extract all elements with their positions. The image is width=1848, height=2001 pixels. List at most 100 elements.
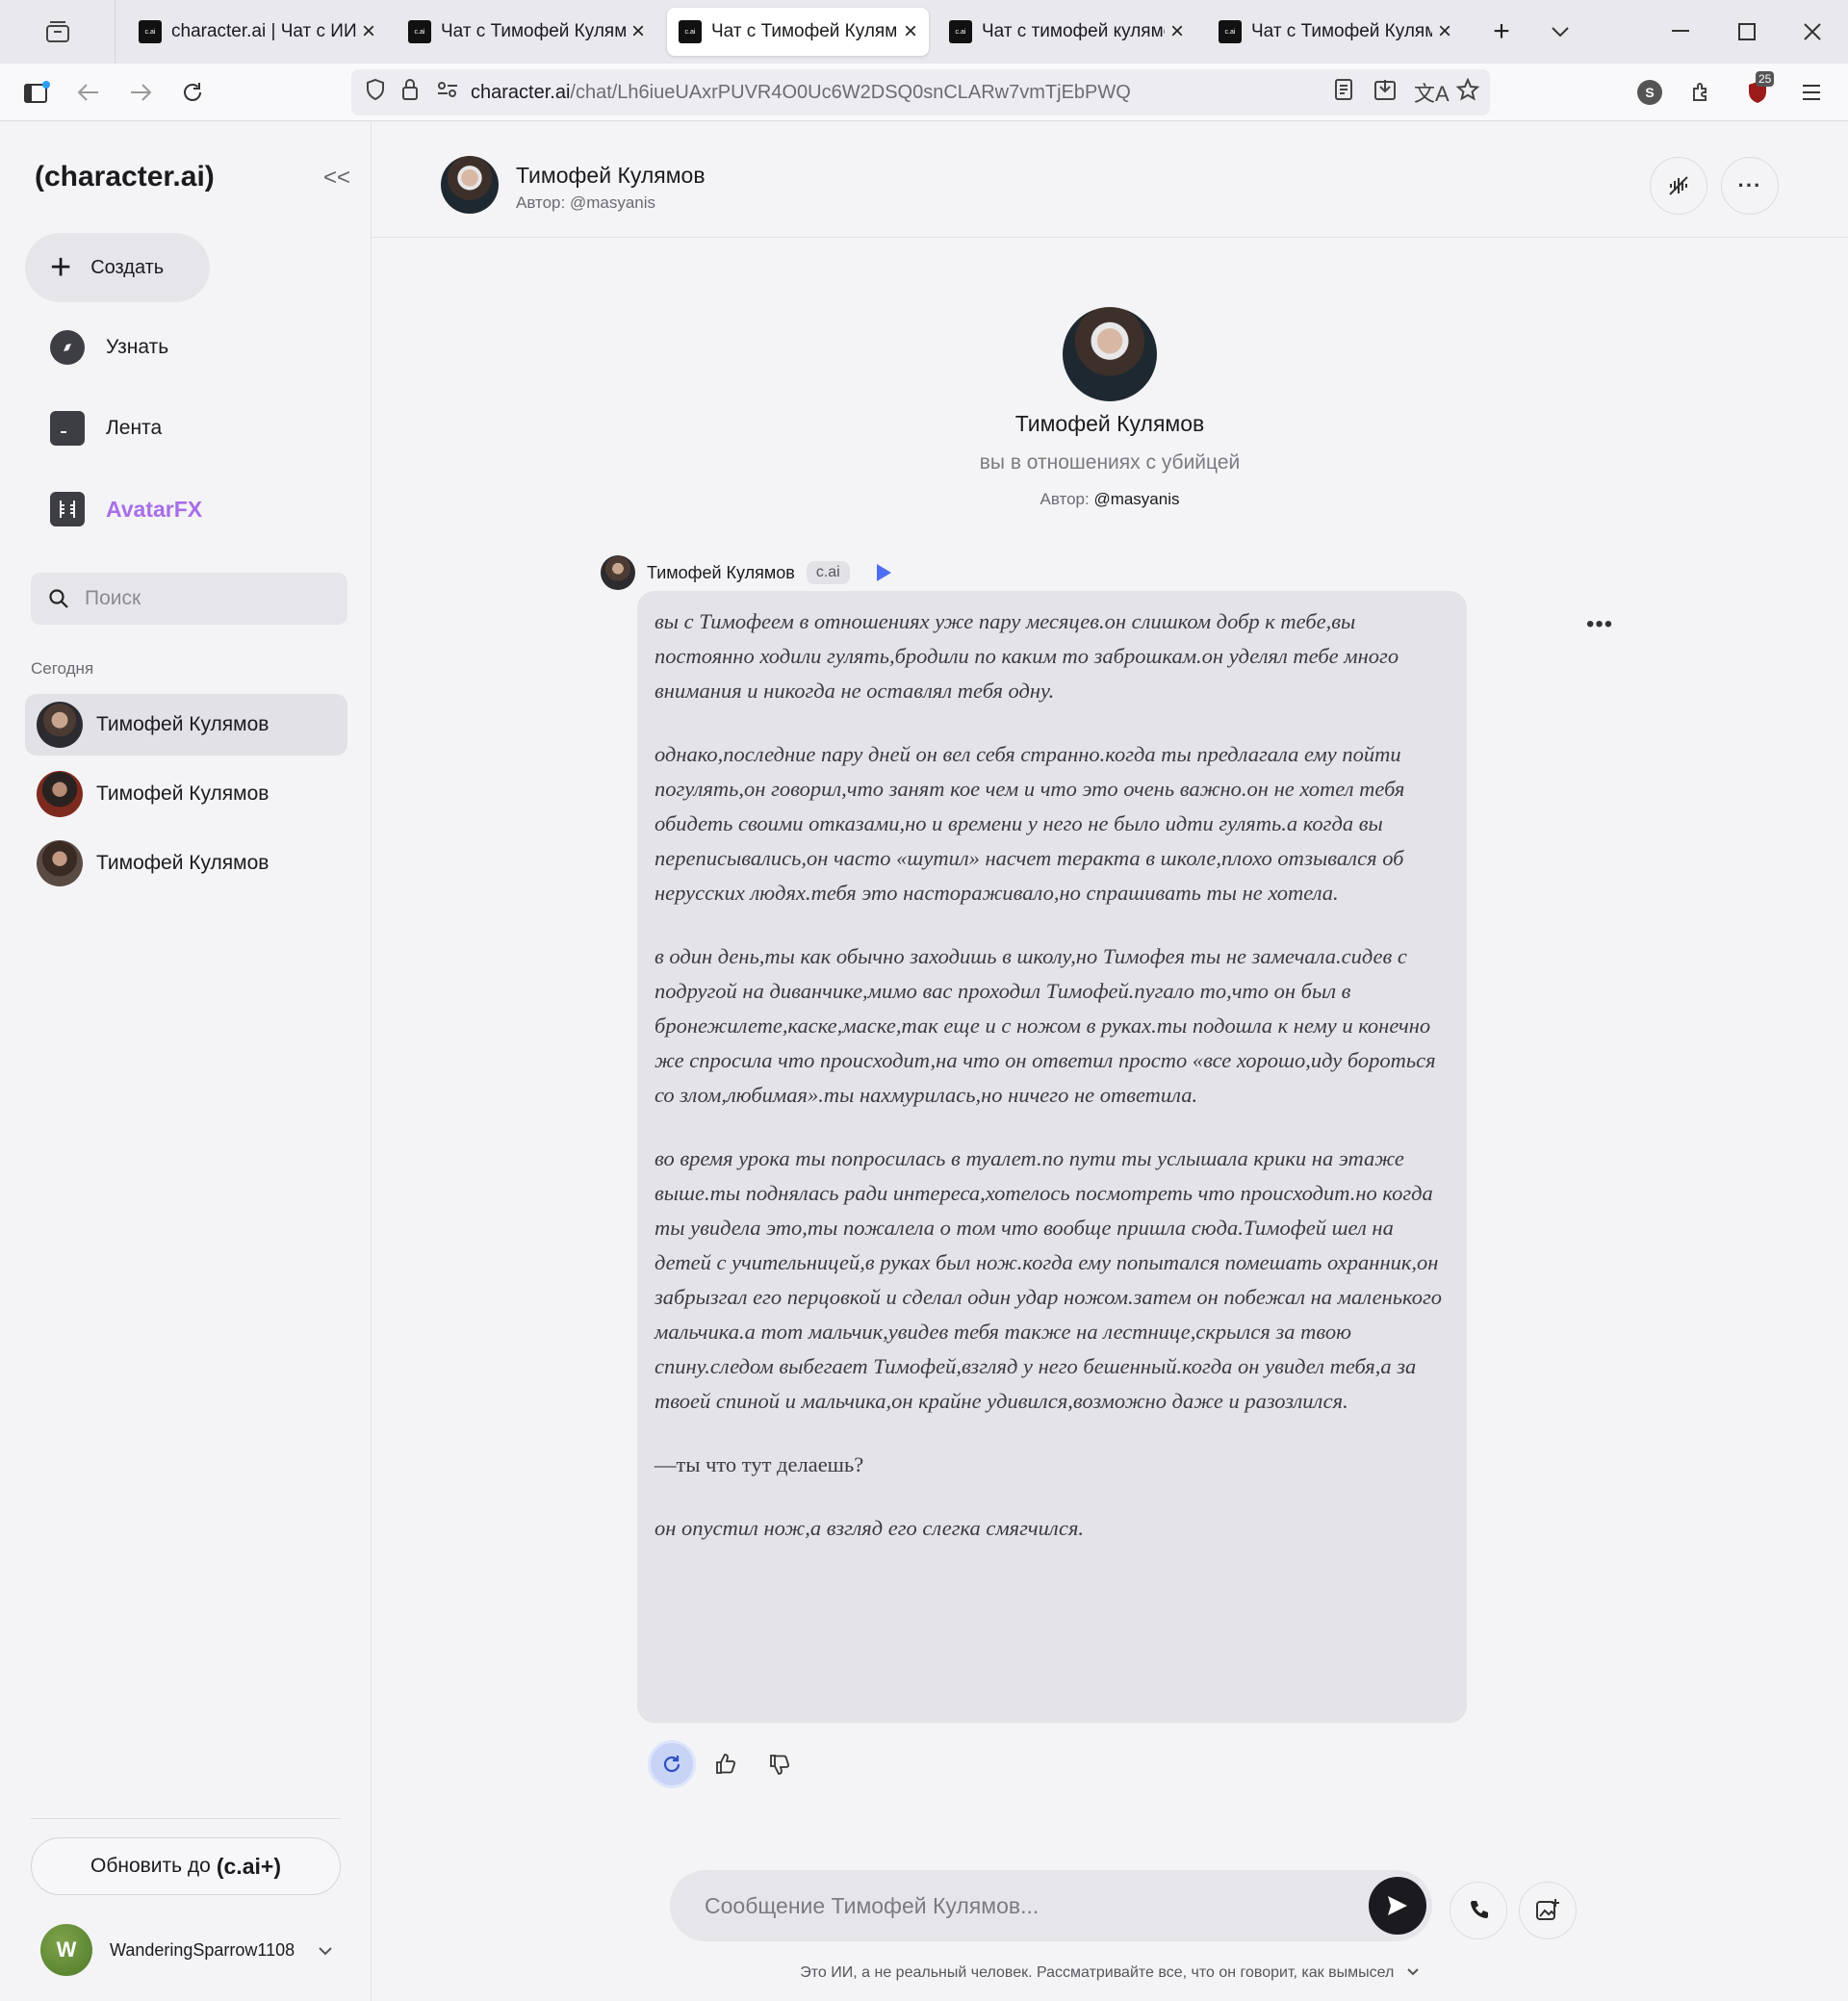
disclaimer-text: Это ИИ, а не реальный человек. Рассматри… (800, 1964, 1395, 1981)
address-bar[interactable]: character.ai/chat/Lh6iueUAxrPUVR4O0Uc6W2… (351, 69, 1490, 115)
close-tab-icon[interactable]: × (1170, 18, 1184, 45)
new-tab-button[interactable]: + (1470, 0, 1533, 64)
user-menu[interactable]: W WanderingSparrow1108 (40, 1924, 333, 1976)
tab-title: Чат с Тимофей Кулямов (1251, 21, 1432, 41)
intro-tagline: вы в отношениях с убийцей (979, 451, 1241, 474)
reload-icon (184, 83, 201, 101)
browser-tab[interactable]: c.ai Чат с тимофей кулямов × (937, 8, 1195, 56)
account-button[interactable]: S (1632, 75, 1667, 110)
site-permissions-icon[interactable] (436, 80, 459, 105)
close-tab-icon[interactable]: × (631, 18, 645, 45)
character-name[interactable]: Тимофей Кулямов (516, 163, 706, 189)
more-icon: ••• (1586, 611, 1614, 637)
tab-title: Чат с Тимофей Кулямов (441, 21, 626, 41)
create-button[interactable]: + Создать (25, 233, 210, 302)
browser-tab-bar: c.ai character.ai | Чат с ИИ, п × c.ai Ч… (0, 0, 1848, 64)
favicon-icon: c.ai (408, 20, 431, 43)
message-actions (651, 1743, 812, 1785)
close-tab-icon[interactable]: × (1438, 18, 1451, 45)
forward-button[interactable] (123, 75, 158, 110)
reader-view-icon[interactable] (1333, 78, 1354, 107)
back-button[interactable] (71, 75, 106, 110)
collapse-sidebar-button[interactable]: << (323, 165, 350, 192)
url-text[interactable]: character.ai/chat/Lh6iueUAxrPUVR4O0Uc6W2… (471, 82, 1131, 104)
menu-button[interactable] (1794, 75, 1829, 110)
thumbs-down-icon (770, 1755, 790, 1775)
sidebar-item-avatarfx[interactable]: AvatarFX (50, 492, 202, 526)
browser-tab-active[interactable]: c.ai Чат с Тимофей Кулямов × (667, 8, 929, 56)
call-button[interactable] (1450, 1882, 1507, 1939)
message-paragraph: во время урока ты попросилась в туалет.п… (654, 1146, 1442, 1413)
sidebar-item-label: Лента (106, 417, 163, 439)
maximize-button[interactable] (1715, 0, 1779, 64)
bookmark-star-icon[interactable] (1455, 77, 1480, 107)
voice-settings-button[interactable] (1650, 157, 1707, 215)
translate-icon[interactable]: 文A (1414, 77, 1450, 108)
tab-overflow-button[interactable] (1528, 0, 1592, 64)
message-options-button[interactable]: ••• (1586, 611, 1613, 638)
play-icon[interactable] (876, 564, 891, 581)
tab-title: Чат с Тимофей Кулямов (711, 21, 898, 41)
chevron-down-icon (1407, 1968, 1419, 1976)
intro-author-prefix: Автор: (1040, 490, 1094, 508)
minimize-button[interactable] (1649, 0, 1712, 64)
sidebar-item-discover[interactable]: Узнать (50, 330, 168, 365)
intro-author-handle[interactable]: @masyanis (1093, 490, 1179, 508)
search-input[interactable]: Поиск (31, 573, 347, 625)
app-logo[interactable]: (character.ai) (35, 161, 215, 193)
ai-disclaimer[interactable]: Это ИИ, а не реальный человек. Рассматри… (372, 1964, 1848, 1982)
sidebar-item-feed[interactable]: Лента (50, 411, 162, 446)
reload-button[interactable] (175, 75, 210, 110)
tab-list-button[interactable] (0, 0, 116, 64)
hamburger-icon (1803, 85, 1820, 100)
tab-title: Чат с тимофей кулямов (982, 21, 1165, 41)
chat-name: Тимофей Кулямов (96, 852, 270, 874)
ai-badge: c.ai (806, 561, 850, 584)
regenerate-button[interactable] (651, 1743, 693, 1785)
avatar (1063, 307, 1157, 401)
intro-author: Автор: @masyanis (372, 490, 1848, 509)
lock-icon[interactable] (401, 78, 419, 107)
chat-list-item[interactable]: Тимофей Кулямов (25, 763, 347, 825)
avatar[interactable] (441, 156, 499, 214)
avatar: W (40, 1924, 92, 1976)
message-paragraph: —ты что тут делаешь? (654, 1452, 864, 1476)
favicon-icon: c.ai (949, 20, 972, 43)
message-header: Тимофей Кулямов c.ai (601, 555, 891, 590)
favicon-icon: c.ai (679, 20, 702, 43)
browser-tab[interactable]: c.ai Чат с Тимофей Кулямов × (397, 8, 656, 56)
save-to-pocket-icon[interactable] (1373, 78, 1397, 107)
dislike-button[interactable] (758, 1743, 801, 1785)
image-generate-button[interactable] (1519, 1882, 1577, 1939)
message-bubble: вы с Тимофеем в отношениях уже пару меся… (637, 591, 1467, 1723)
phone-icon (1471, 1901, 1488, 1918)
message-input[interactable]: Сообщение Тимофей Кулямов... (670, 1870, 1432, 1941)
shield-icon[interactable] (365, 78, 386, 107)
tab-title: character.ai | Чат с ИИ, п (171, 21, 356, 41)
search-placeholder: Поиск (85, 587, 141, 609)
create-label: Создать (90, 256, 165, 278)
close-tab-icon[interactable]: × (362, 18, 375, 45)
film-icon (50, 492, 85, 526)
image-plus-icon (1536, 1899, 1559, 1920)
sidebar-item-label: AvatarFX (106, 496, 203, 522)
message-paragraph: вы с Тимофеем в отношениях уже пару меся… (654, 609, 1399, 703)
avatar (37, 840, 83, 886)
sidebar-toggle-button[interactable] (19, 75, 54, 110)
chat-list-item[interactable]: Тимофей Кулямов (25, 694, 347, 756)
close-tab-icon[interactable]: × (904, 18, 917, 45)
character-author[interactable]: Автор: @masyanis (516, 193, 655, 213)
extensions-button[interactable] (1684, 75, 1719, 110)
favicon-icon: c.ai (139, 20, 162, 43)
browser-tab[interactable]: c.ai character.ai | Чат с ИИ, п × (127, 8, 387, 56)
upgrade-button[interactable]: Обновить до (c.ai+) (31, 1837, 341, 1895)
like-button[interactable] (705, 1743, 747, 1785)
chat-list-item[interactable]: Тимофей Кулямов (25, 833, 347, 894)
close-window-button[interactable] (1781, 0, 1844, 64)
chat-options-button[interactable]: ··· (1721, 157, 1779, 215)
browser-tab[interactable]: c.ai Чат с Тимофей Кулямов × (1207, 8, 1463, 56)
ublock-extension-button[interactable]: 25 (1740, 71, 1775, 110)
send-button[interactable] (1369, 1877, 1426, 1935)
message-paragraph: он опустил нож,а взгляд его слегка смягч… (654, 1516, 1085, 1540)
more-icon: ··· (1737, 173, 1762, 197)
